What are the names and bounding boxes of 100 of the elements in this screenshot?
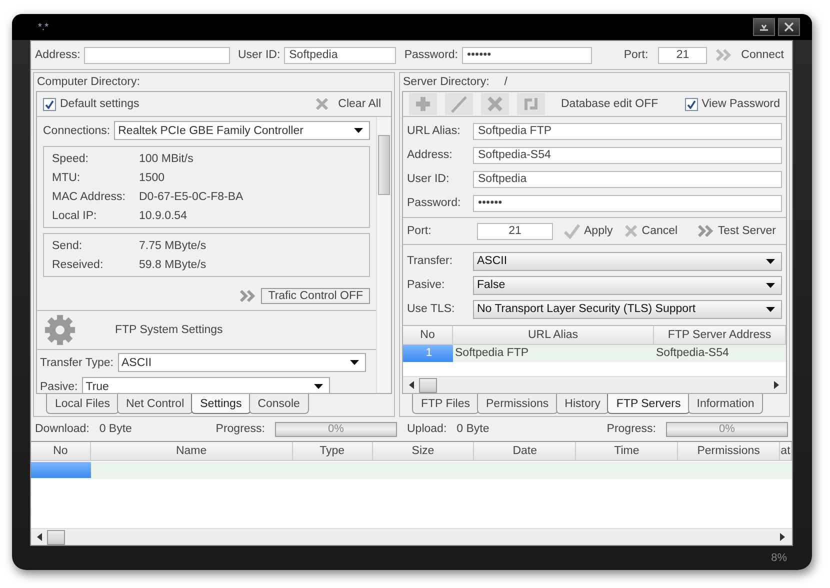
column-header[interactable]: No	[31, 442, 91, 460]
dropdown[interactable]: No Transport Layer Security (TLS) Support	[473, 300, 782, 318]
tab[interactable]: Console	[248, 394, 309, 414]
transfer-label: Download:	[35, 423, 90, 435]
x-icon	[485, 94, 505, 114]
scroll-left-icon[interactable]	[409, 381, 415, 389]
column-header[interactable]: at	[780, 442, 792, 460]
server-path: /	[503, 75, 508, 90]
info-label: Speed:	[52, 152, 90, 164]
scroll-thumb[interactable]	[47, 530, 65, 544]
scroll-right-icon[interactable]	[774, 381, 780, 389]
transfer-label: Upload:	[407, 423, 447, 435]
dropdown-arrow-icon	[354, 128, 363, 133]
info-value: 100 MBit/s	[139, 152, 194, 164]
scroll-thumb[interactable]	[419, 378, 437, 392]
trafic-control-button[interactable]: Trafic Control OFF	[261, 288, 370, 304]
dropdown[interactable]: ASCII	[118, 353, 366, 372]
scrollbar[interactable]	[376, 117, 391, 393]
dropdown-arrow-icon	[766, 282, 775, 288]
column-header[interactable]: Size	[372, 442, 474, 460]
field-label: Pasive:	[40, 380, 78, 392]
tab[interactable]: FTP Files	[412, 394, 479, 414]
minimize-button[interactable]	[753, 18, 775, 36]
chevron-icon	[715, 48, 734, 62]
close-button[interactable]	[778, 18, 800, 36]
column-header[interactable]: Date	[474, 442, 576, 460]
input-field[interactable]: Softpedia FTP	[473, 122, 782, 140]
test-button[interactable]: Test Server	[696, 224, 782, 238]
dropdown[interactable]: True	[82, 377, 330, 393]
add-button[interactable]	[409, 93, 437, 115]
input-field[interactable]: 21	[658, 46, 708, 64]
tab[interactable]: History	[556, 394, 610, 414]
input-field[interactable]: Softpedia-S54	[473, 146, 782, 164]
scroll-right-icon[interactable]	[780, 533, 786, 541]
scroll-left-icon[interactable]	[37, 533, 43, 541]
x-icon	[622, 223, 639, 239]
panel-title: Computer Directory:	[36, 75, 141, 90]
input-field[interactable]: ••••••	[462, 46, 592, 64]
connect-button[interactable]: Connect	[737, 49, 788, 61]
input-field[interactable]	[84, 46, 230, 64]
info-label: Local IP:	[52, 210, 98, 222]
apply-button[interactable]: Apply	[563, 223, 619, 239]
field-label: User ID:	[406, 173, 450, 185]
chevron-icon	[239, 289, 258, 303]
refresh-button[interactable]	[517, 93, 545, 115]
field-label: Address:	[406, 149, 454, 161]
panel-title: Server Directory:	[402, 75, 490, 90]
info-value: 1500	[139, 172, 165, 184]
cancel-button[interactable]: Cancel	[622, 223, 684, 239]
port-field[interactable]: 21	[477, 222, 553, 240]
tab[interactable]: Local Files	[46, 394, 119, 414]
checkbox-label: View Password	[702, 98, 780, 110]
column-header[interactable]: URL Alias	[453, 326, 654, 344]
column-header[interactable]: Type	[292, 442, 373, 460]
edit-button[interactable]	[445, 93, 473, 115]
dropdown[interactable]: ASCII	[473, 252, 782, 270]
input-field[interactable]: Softpedia	[284, 46, 396, 64]
scrollbar[interactable]	[31, 528, 792, 545]
table-row[interactable]	[31, 462, 792, 479]
checkbox[interactable]	[684, 98, 698, 110]
chevron-icon	[696, 224, 715, 238]
input-field[interactable]: ••••••	[473, 194, 782, 212]
dropdown-arrow-icon	[766, 258, 775, 264]
connections-dropdown[interactable]: Realtek PCIe GBE Family Controller	[114, 121, 370, 140]
field-label: Port:	[624, 49, 648, 61]
column-header[interactable]: Permissions	[678, 442, 780, 460]
clear-all-button[interactable]: Clear All	[334, 98, 385, 110]
tab[interactable]: Net Control	[116, 394, 194, 414]
tab[interactable]: Settings	[191, 394, 251, 414]
checkbox-label: Default settings	[60, 98, 140, 110]
checkbox[interactable]	[43, 98, 56, 110]
field-label: URL Alias:	[406, 125, 462, 137]
field-label: Transfer Type:	[40, 356, 114, 368]
info-label: MAC Address:	[52, 190, 126, 202]
close-icon	[784, 22, 794, 32]
table-row[interactable]: 1 Softpedia FTP Softpedia-S54	[403, 345, 786, 362]
field-label: Password:	[404, 49, 458, 61]
scrollbar[interactable]	[403, 376, 786, 393]
column-header[interactable]: No	[403, 326, 453, 344]
info-label: MTU:	[52, 172, 82, 184]
dropdown[interactable]: False	[473, 276, 782, 294]
progress-text: 0%	[719, 423, 735, 435]
rate-value: 7.75 MByte/s	[139, 240, 206, 252]
tab[interactable]: FTP Servers	[607, 394, 690, 414]
field-label: Address:	[35, 49, 80, 61]
gear-icon	[43, 313, 77, 347]
column-header[interactable]: FTP Server Address	[654, 326, 786, 344]
info-value: 10.9.0.54	[139, 210, 187, 222]
section-title: FTP System Settings	[115, 324, 223, 336]
delete-button[interactable]	[481, 93, 509, 115]
tab[interactable]: Information	[688, 394, 764, 414]
progress-text: 0%	[328, 423, 344, 435]
column-header[interactable]: Time	[576, 442, 678, 460]
tab[interactable]: Permissions	[477, 394, 558, 414]
table-cell-text: Softpedia-S54	[655, 346, 730, 361]
input-field[interactable]: Softpedia	[473, 170, 782, 188]
status-text: Database edit OFF	[561, 98, 658, 110]
info-value: D0-67-E5-0C-F8-BA	[139, 190, 244, 202]
rate-value: 59.8 MByte/s	[139, 258, 206, 270]
column-header[interactable]: Name	[90, 442, 293, 460]
